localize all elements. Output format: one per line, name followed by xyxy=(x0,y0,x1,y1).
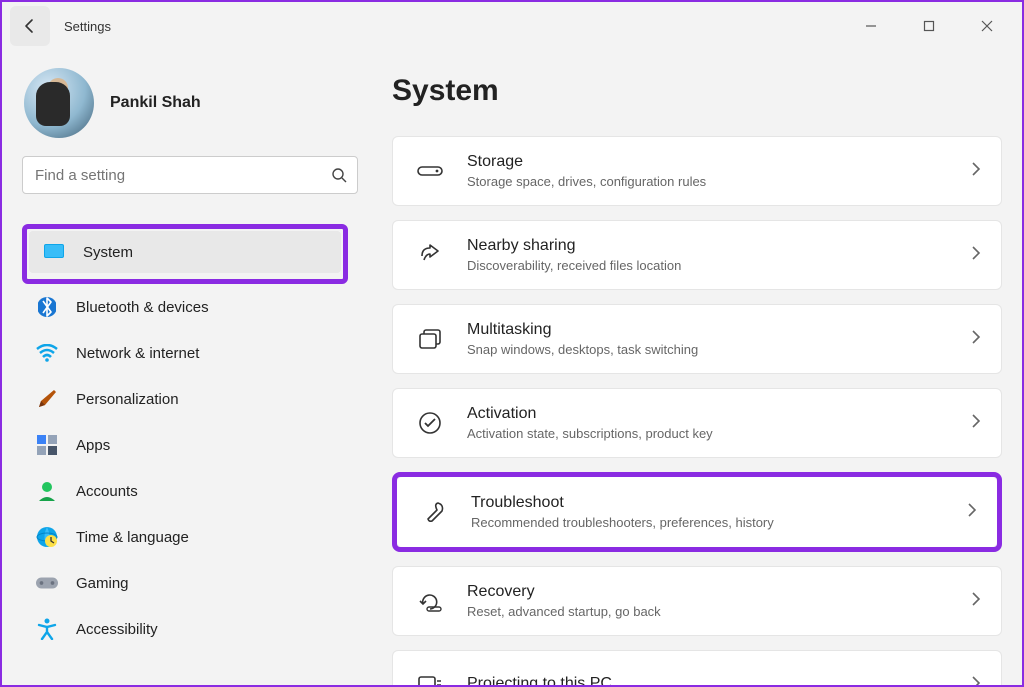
nav-apps[interactable]: Apps xyxy=(22,424,348,466)
maximize-icon xyxy=(923,20,935,32)
card-multitasking[interactable]: Multitasking Snap windows, desktops, tas… xyxy=(392,304,1002,374)
minimize-icon xyxy=(865,20,877,32)
card-projecting[interactable]: Projecting to this PC xyxy=(392,650,1002,685)
window-controls xyxy=(848,10,1018,42)
page-title: System xyxy=(392,74,1002,108)
card-title: Storage xyxy=(467,153,947,171)
share-icon xyxy=(417,242,443,268)
card-storage[interactable]: Storage Storage space, drives, configura… xyxy=(392,136,1002,206)
card-troubleshoot[interactable]: Troubleshoot Recommended troubleshooters… xyxy=(397,477,997,547)
nav-bluetooth[interactable]: Bluetooth & devices xyxy=(22,286,348,328)
accessibility-icon xyxy=(36,618,58,640)
arrow-left-icon xyxy=(22,18,38,34)
nav-label: Accounts xyxy=(76,483,138,500)
user-name: Pankil Shah xyxy=(110,94,201,112)
nav-gaming[interactable]: Gaming xyxy=(22,562,348,604)
nav-label: Personalization xyxy=(76,391,179,408)
profile-section[interactable]: Pankil Shah xyxy=(22,68,348,138)
card-title: Recovery xyxy=(467,583,947,601)
checkmark-circle-icon xyxy=(417,410,443,436)
chevron-right-icon xyxy=(967,502,977,523)
wifi-icon xyxy=(36,342,58,364)
card-title: Nearby sharing xyxy=(467,237,947,255)
card-desc: Discoverability, received files location xyxy=(467,258,947,273)
card-desc: Activation state, subscriptions, product… xyxy=(467,426,947,441)
main-panel: System Storage Storage space, drives, co… xyxy=(360,50,1022,685)
brush-icon xyxy=(36,388,58,410)
search-box[interactable] xyxy=(22,156,358,194)
wrench-icon xyxy=(421,499,447,525)
card-recovery[interactable]: Recovery Reset, advanced startup, go bac… xyxy=(392,566,1002,636)
chevron-right-icon xyxy=(971,245,981,266)
app-title: Settings xyxy=(64,19,111,34)
globe-icon xyxy=(36,526,58,548)
titlebar: Settings xyxy=(2,2,1022,50)
card-nearby-sharing[interactable]: Nearby sharing Discoverability, received… xyxy=(392,220,1002,290)
card-desc: Snap windows, desktops, task switching xyxy=(467,342,947,357)
minimize-button[interactable] xyxy=(848,10,894,42)
nav-time[interactable]: Time & language xyxy=(22,516,348,558)
nav-personalization[interactable]: Personalization xyxy=(22,378,348,420)
project-icon xyxy=(417,672,443,685)
sidebar: Pankil Shah System Bluetooth & devices N… xyxy=(2,50,360,685)
bluetooth-icon xyxy=(36,296,58,318)
close-button[interactable] xyxy=(964,10,1010,42)
nav-label: Time & language xyxy=(76,529,189,546)
highlight-system: System xyxy=(22,224,348,284)
card-desc: Reset, advanced startup, go back xyxy=(467,604,947,619)
nav-label: Gaming xyxy=(76,575,129,592)
nav-network[interactable]: Network & internet xyxy=(22,332,348,374)
settings-card-list: Storage Storage space, drives, configura… xyxy=(392,136,1002,685)
recovery-icon xyxy=(417,588,443,614)
nav-accessibility[interactable]: Accessibility xyxy=(22,608,348,650)
storage-icon xyxy=(417,158,443,184)
highlight-troubleshoot: Troubleshoot Recommended troubleshooters… xyxy=(392,472,1002,552)
maximize-button[interactable] xyxy=(906,10,952,42)
chevron-right-icon xyxy=(971,161,981,182)
chevron-right-icon xyxy=(971,329,981,350)
gamepad-icon xyxy=(36,572,58,594)
apps-icon xyxy=(36,434,58,456)
chevron-right-icon xyxy=(971,413,981,434)
nav-accounts[interactable]: Accounts xyxy=(22,470,348,512)
card-desc: Recommended troubleshooters, preferences… xyxy=(471,515,943,530)
card-title: Troubleshoot xyxy=(471,494,943,512)
nav-system[interactable]: System xyxy=(29,231,341,273)
nav-label: Apps xyxy=(76,437,110,454)
card-title: Multitasking xyxy=(467,321,947,339)
system-icon xyxy=(43,241,65,263)
chevron-right-icon xyxy=(971,591,981,612)
card-desc: Storage space, drives, configuration rul… xyxy=(467,174,947,189)
nav-label: Bluetooth & devices xyxy=(76,299,209,316)
multitask-icon xyxy=(417,326,443,352)
nav-label: Network & internet xyxy=(76,345,199,362)
person-icon xyxy=(36,480,58,502)
card-title: Projecting to this PC xyxy=(467,675,947,686)
search-icon xyxy=(331,167,347,183)
card-title: Activation xyxy=(467,405,947,423)
back-button[interactable] xyxy=(10,6,50,46)
nav-label: Accessibility xyxy=(76,621,158,638)
close-icon xyxy=(981,20,993,32)
nav-list: System Bluetooth & devices Network & int… xyxy=(22,224,348,650)
nav-label: System xyxy=(83,244,133,261)
avatar xyxy=(24,68,94,138)
chevron-right-icon xyxy=(971,675,981,686)
card-activation[interactable]: Activation Activation state, subscriptio… xyxy=(392,388,1002,458)
search-input[interactable] xyxy=(35,167,331,184)
